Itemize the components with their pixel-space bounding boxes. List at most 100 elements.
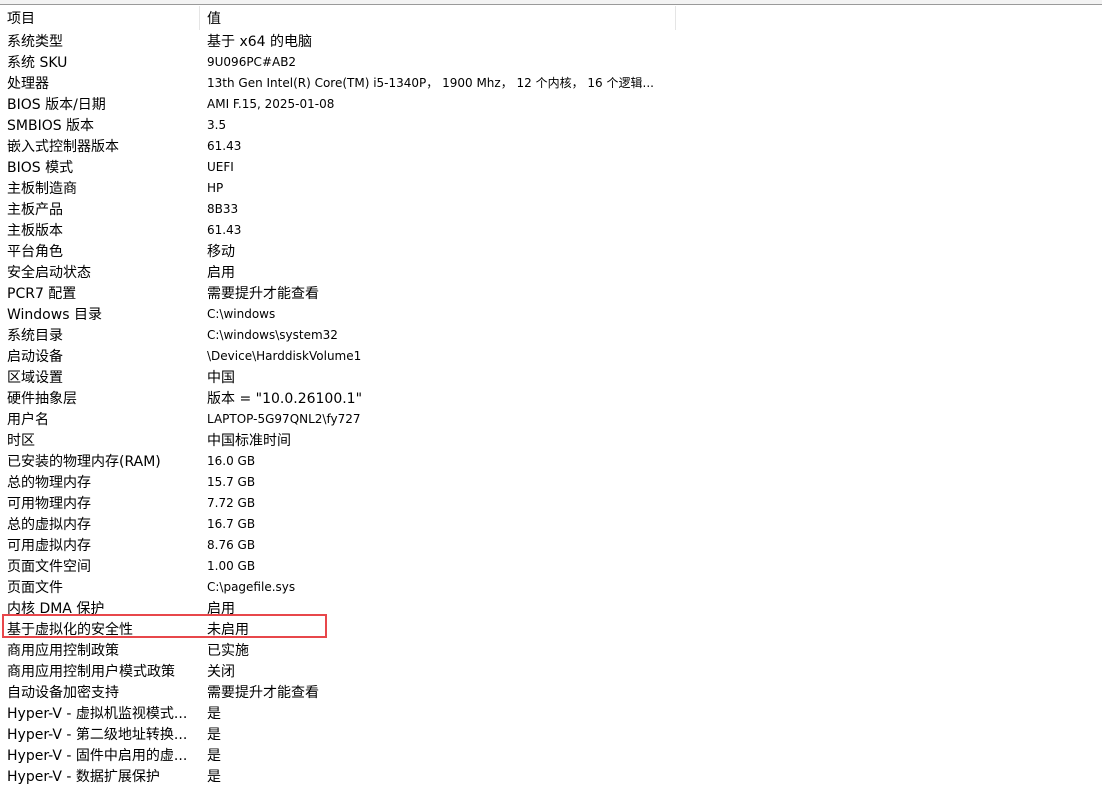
row-value-text: AMI F.15, 2025-01-08 bbox=[207, 96, 335, 111]
row-item-label: 用户名 bbox=[7, 411, 49, 428]
row-value-text: 1.00 GB bbox=[207, 558, 256, 573]
row-item-label: 区域设置 bbox=[7, 369, 63, 386]
table-row[interactable]: PCR7 配置 需要提升才能查看 bbox=[0, 282, 1102, 303]
row-value-text: 是 bbox=[207, 747, 221, 764]
row-item-label: 主板产品 bbox=[7, 201, 63, 218]
table-row[interactable]: 平台角色 移动 bbox=[0, 240, 1102, 261]
row-item-label: 启动设备 bbox=[7, 348, 63, 365]
column-header-item-label: 项目 bbox=[7, 11, 35, 27]
row-item-label: 总的物理内存 bbox=[7, 474, 91, 491]
row-item-label: 可用物理内存 bbox=[7, 495, 91, 512]
table-row[interactable]: 页面文件 C:\pagefile.sys bbox=[0, 576, 1102, 597]
row-item-label: Hyper-V - 虚拟机监视模式... bbox=[7, 705, 188, 722]
row-item-label: 系统 SKU bbox=[7, 54, 68, 71]
row-item-label: 硬件抽象层 bbox=[7, 390, 77, 407]
row-item-label: Windows 目录 bbox=[7, 306, 102, 323]
row-item-label: 系统目录 bbox=[7, 327, 63, 344]
row-item-label: BIOS 模式 bbox=[7, 159, 74, 176]
table-row[interactable]: 主板产品 8B33 bbox=[0, 198, 1102, 219]
row-value-text: 8.76 GB bbox=[207, 537, 256, 552]
table-row[interactable]: 总的虚拟内存 16.7 GB bbox=[0, 513, 1102, 534]
table-row[interactable]: 主板版本 61.43 bbox=[0, 219, 1102, 240]
row-value-text: 13th Gen Intel(R) Core(TM) i5-1340P， 190… bbox=[207, 76, 654, 90]
row-value-text: 基于 x64 的电脑 bbox=[207, 33, 312, 50]
table-row[interactable]: 系统目录 C:\windows\system32 bbox=[0, 324, 1102, 345]
table-row[interactable]: 区域设置 中国 bbox=[0, 366, 1102, 387]
row-value-text: C:\windows bbox=[207, 306, 276, 321]
row-value-text: 是 bbox=[207, 726, 221, 743]
row-value-text: 61.43 bbox=[207, 222, 242, 237]
table-row[interactable]: 页面文件空间 1.00 GB bbox=[0, 555, 1102, 576]
row-value-text: 15.7 GB bbox=[207, 474, 256, 489]
system-summary-view: 项目 值 系统类型 基于 x64 的电脑系统 SKU 9U096PC#AB2 处理器 1… bbox=[0, 0, 1102, 799]
list-header: 项目 值 bbox=[0, 6, 676, 30]
table-row[interactable]: 商用应用控制政策 已实施 bbox=[0, 639, 1102, 660]
row-value-text: LAPTOP-5G97QNL2\fy727 bbox=[207, 411, 361, 426]
table-row[interactable]: 内核 DMA 保护 启用 bbox=[0, 597, 1102, 618]
row-item-label: PCR7 配置 bbox=[7, 285, 77, 302]
row-value-text: UEFI bbox=[207, 159, 234, 174]
row-value-text: 7.72 GB bbox=[207, 495, 256, 510]
table-row[interactable]: 启动设备 \Device\HarddiskVolume1 bbox=[0, 345, 1102, 366]
row-value-text: C:\windows\system32 bbox=[207, 327, 338, 342]
row-item-label: Hyper-V - 第二级地址转换... bbox=[7, 726, 188, 743]
row-value-text: 61.43 bbox=[207, 138, 242, 153]
row-item-label: Hyper-V - 固件中启用的虚... bbox=[7, 747, 188, 764]
row-item-label: 处理器 bbox=[7, 75, 49, 92]
row-item-label: SMBIOS 版本 bbox=[7, 117, 95, 134]
row-item-label: 时区 bbox=[7, 432, 35, 449]
table-row[interactable]: 自动设备加密支持 需要提升才能查看 bbox=[0, 681, 1102, 702]
row-item-label: 自动设备加密支持 bbox=[7, 684, 119, 701]
row-item-label: 商用应用控制政策 bbox=[7, 642, 119, 659]
row-value-text: 是 bbox=[207, 768, 221, 785]
table-row[interactable]: Hyper-V - 数据扩展保护 是 bbox=[0, 765, 1102, 786]
row-item-label: 系统类型 bbox=[7, 33, 63, 50]
row-value-text: C:\pagefile.sys bbox=[207, 579, 296, 594]
table-row[interactable]: 安全启动状态 启用 bbox=[0, 261, 1102, 282]
table-row[interactable]: Windows 目录 C:\windows bbox=[0, 303, 1102, 324]
table-row[interactable]: 基于虚拟化的安全性 未启用 bbox=[0, 618, 1102, 639]
table-row[interactable]: Hyper-V - 虚拟机监视模式... 是 bbox=[0, 702, 1102, 723]
row-item-label: 已安装的物理内存(RAM) bbox=[7, 453, 161, 470]
row-value-text: \Device\HarddiskVolume1 bbox=[207, 348, 362, 363]
column-header-value[interactable]: 值 bbox=[200, 6, 676, 30]
row-value-text: 移动 bbox=[207, 243, 235, 260]
row-value-text: 关闭 bbox=[207, 663, 235, 680]
row-value-text: HP bbox=[207, 180, 224, 195]
row-value-text: 3.5 bbox=[207, 117, 227, 132]
table-row[interactable]: 系统 SKU 9U096PC#AB2 bbox=[0, 51, 1102, 72]
info-list: 系统类型 基于 x64 的电脑系统 SKU 9U096PC#AB2 处理器 13th G… bbox=[0, 30, 1102, 786]
row-value-text: 已实施 bbox=[207, 642, 249, 659]
table-row[interactable]: 商用应用控制用户模式政策 关闭 bbox=[0, 660, 1102, 681]
table-row[interactable]: 总的物理内存 15.7 GB bbox=[0, 471, 1102, 492]
row-item-label: 平台角色 bbox=[7, 243, 63, 260]
row-value-text: 8B33 bbox=[207, 201, 239, 216]
row-item-label: 主板版本 bbox=[7, 222, 63, 239]
table-row[interactable]: 系统类型 基于 x64 的电脑 bbox=[0, 30, 1102, 51]
table-row[interactable]: 主板制造商 HP bbox=[0, 177, 1102, 198]
table-row[interactable]: 可用虚拟内存 8.76 GB bbox=[0, 534, 1102, 555]
row-value-text: 是 bbox=[207, 705, 221, 722]
table-row[interactable]: SMBIOS 版本 3.5 bbox=[0, 114, 1102, 135]
row-item-label: 基于虚拟化的安全性 bbox=[7, 621, 133, 638]
row-value-text: 9U096PC#AB2 bbox=[207, 54, 297, 69]
table-row[interactable]: 用户名 LAPTOP-5G97QNL2\fy727 bbox=[0, 408, 1102, 429]
row-value-text: 需要提升才能查看 bbox=[207, 684, 319, 701]
row-value-text: 中国 bbox=[207, 369, 235, 386]
row-value-text: 16.7 GB bbox=[207, 516, 256, 531]
column-header-item[interactable]: 项目 bbox=[0, 6, 200, 30]
table-row[interactable]: Hyper-V - 固件中启用的虚... 是 bbox=[0, 744, 1102, 765]
table-row[interactable]: BIOS 版本/日期 AMI F.15, 2025-01-08 bbox=[0, 93, 1102, 114]
row-item-label: Hyper-V - 数据扩展保护 bbox=[7, 768, 160, 785]
table-row[interactable]: 处理器 13th Gen Intel(R) Core(TM) i5-1340P， … bbox=[0, 72, 1102, 93]
table-row[interactable]: Hyper-V - 第二级地址转换... 是 bbox=[0, 723, 1102, 744]
table-row[interactable]: 硬件抽象层 版本 = "10.0.26100.1" bbox=[0, 387, 1102, 408]
row-item-label: 商用应用控制用户模式政策 bbox=[7, 663, 175, 680]
table-row[interactable]: BIOS 模式 UEFI bbox=[0, 156, 1102, 177]
row-item-label: 可用虚拟内存 bbox=[7, 537, 91, 554]
column-header-value-label: 值 bbox=[207, 11, 221, 27]
table-row[interactable]: 可用物理内存 7.72 GB bbox=[0, 492, 1102, 513]
table-row[interactable]: 已安装的物理内存(RAM) 16.0 GB bbox=[0, 450, 1102, 471]
table-row[interactable]: 时区 中国标准时间 bbox=[0, 429, 1102, 450]
table-row[interactable]: 嵌入式控制器版本 61.43 bbox=[0, 135, 1102, 156]
